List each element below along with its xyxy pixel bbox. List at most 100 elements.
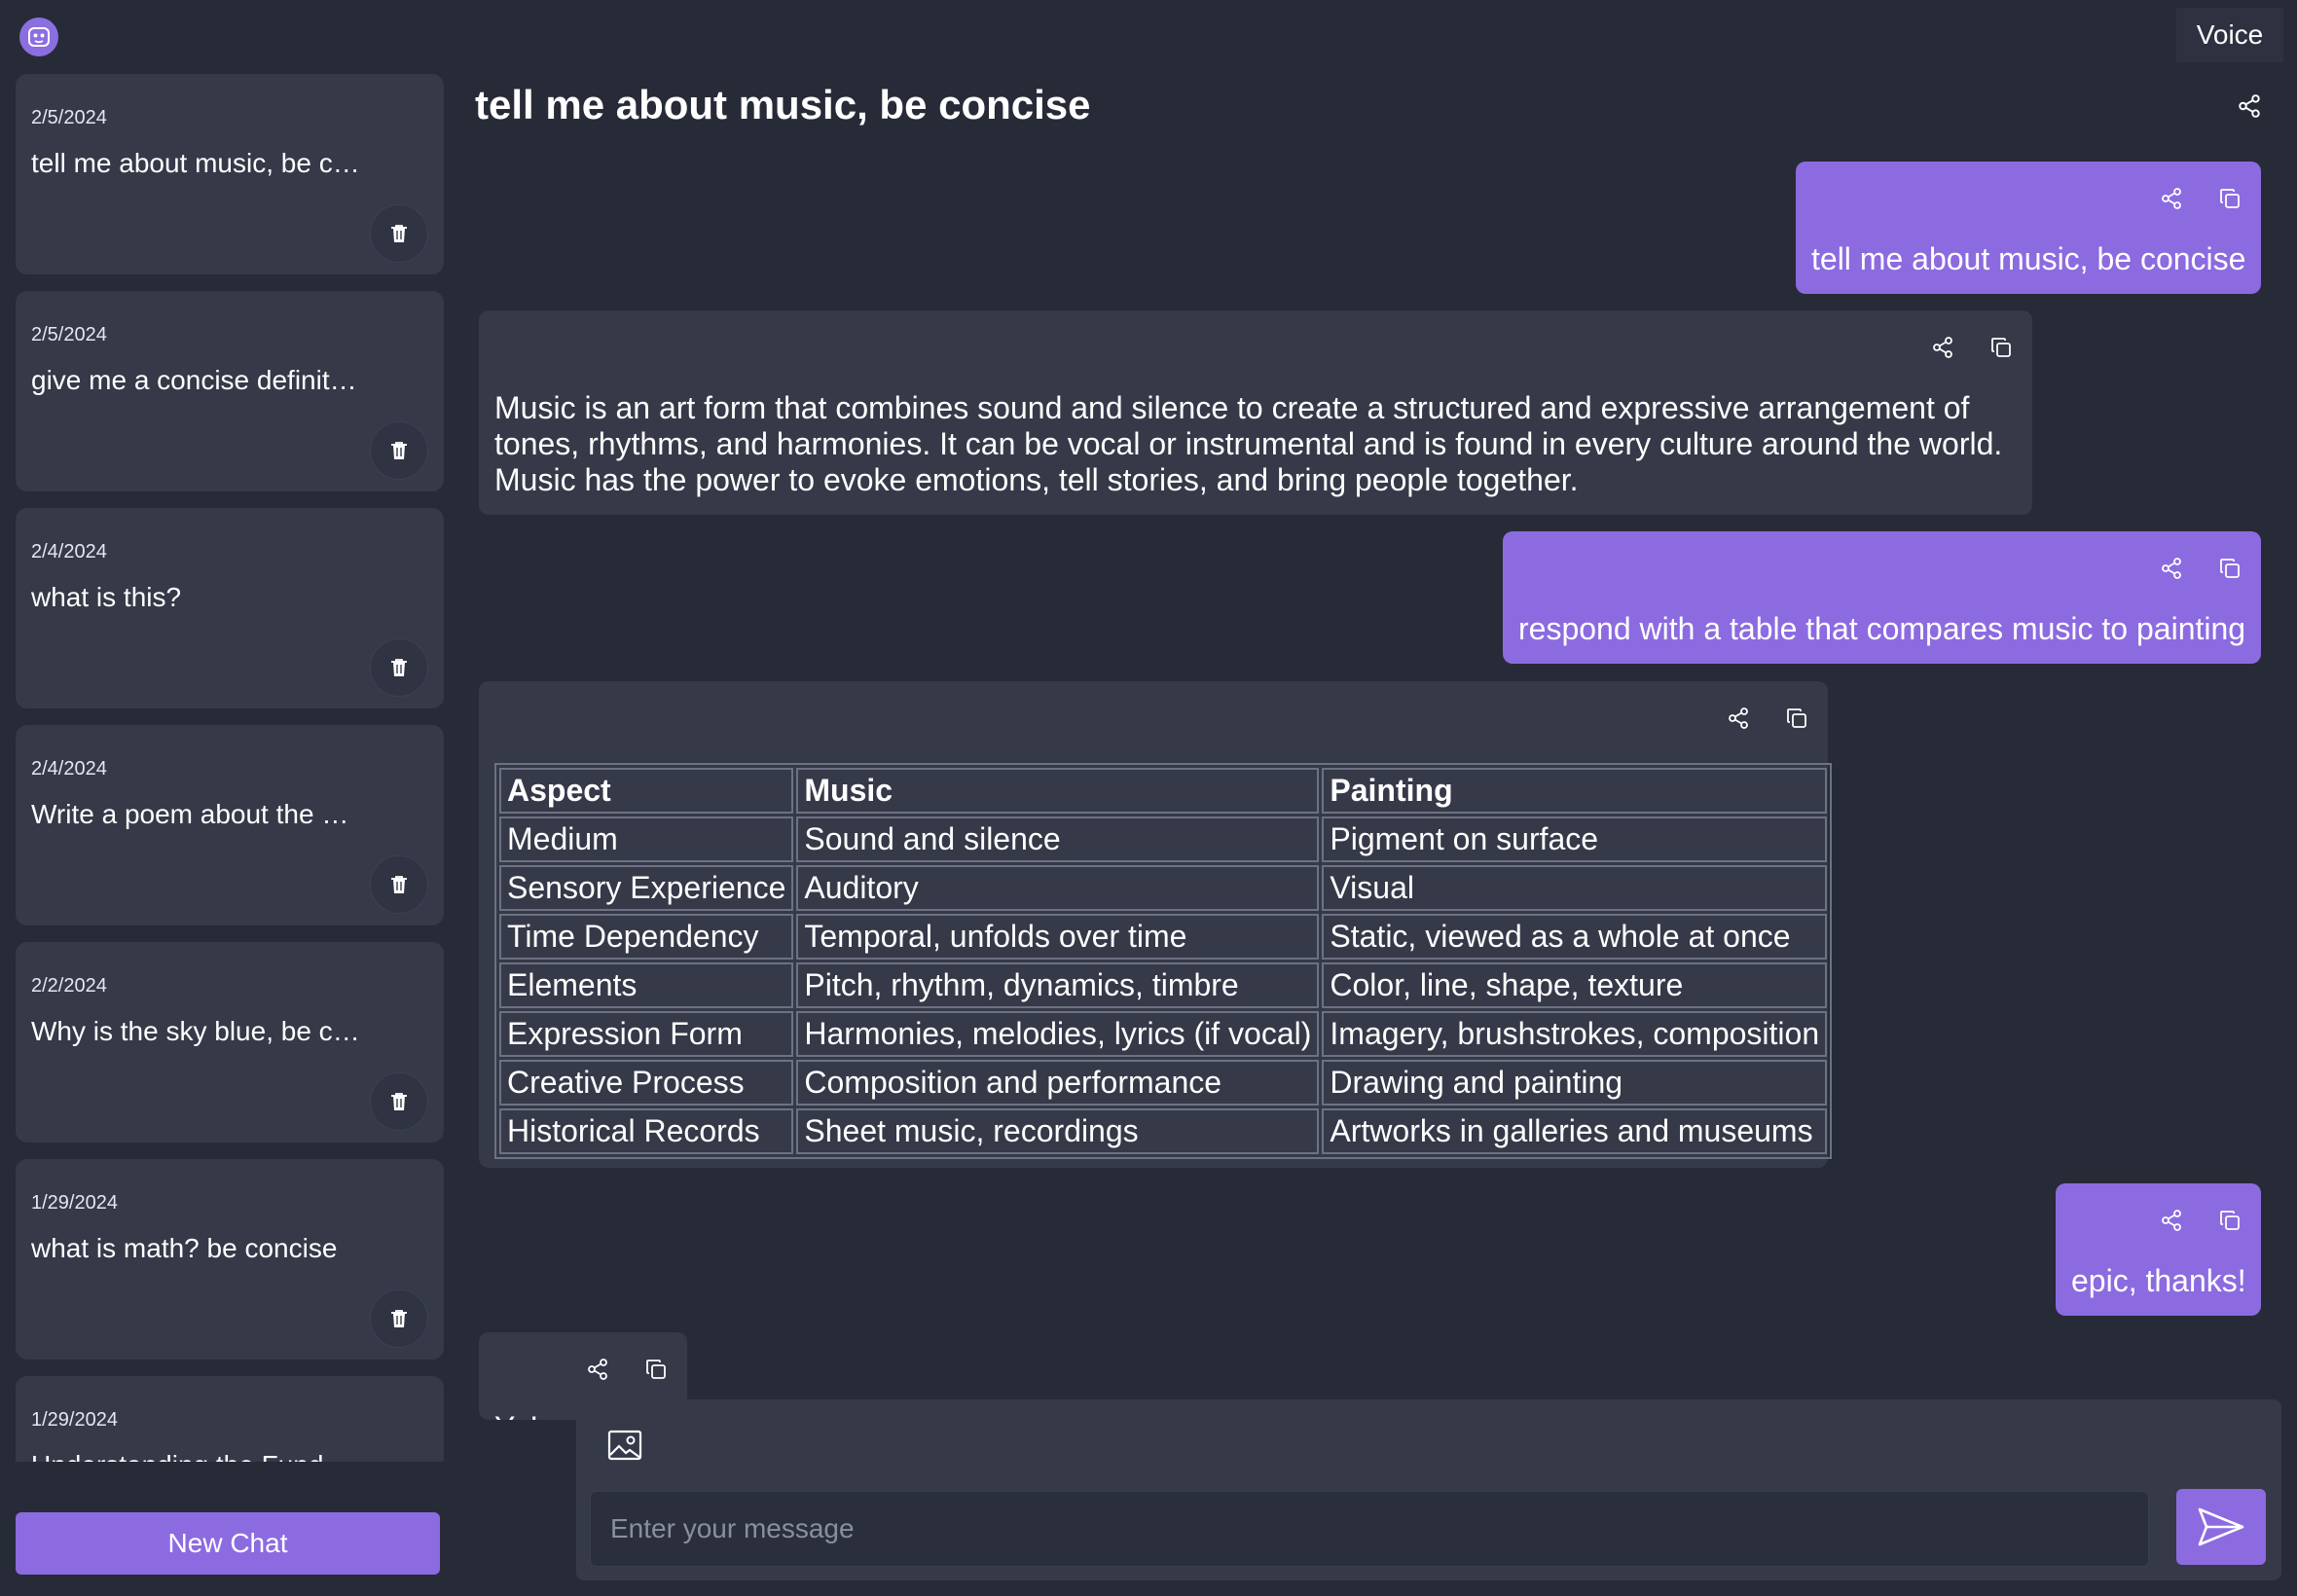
chat-date: 2/4/2024	[31, 541, 107, 562]
share-icon[interactable]	[2237, 93, 2262, 119]
chat-title: Understanding the Fund	[31, 1450, 362, 1462]
new-chat-button[interactable]: New Chat	[16, 1512, 440, 1575]
delete-chat-button[interactable]	[370, 421, 428, 480]
table-cell: Sheet music, recordings	[796, 1108, 1320, 1154]
chat-history-item[interactable]: 2/2/2024 Why is the sky blue, be concise	[16, 942, 444, 1143]
user-message: respond with a table that compares music…	[1503, 531, 2261, 664]
message-text: tell me about music, be concise	[1811, 241, 2246, 276]
message-actions	[1727, 707, 1808, 730]
chat-history-item[interactable]: 2/4/2024 Write a poem about the sea	[16, 725, 444, 925]
chat-history-item[interactable]: 2/5/2024 tell me about music, be concise	[16, 74, 444, 274]
delete-chat-button[interactable]	[370, 1289, 428, 1348]
message-text: Music is an art form that combines sound…	[494, 390, 2003, 497]
message-actions	[1931, 336, 2013, 359]
chat-history-item[interactable]: 1/29/2024 Understanding the Fund	[16, 1376, 444, 1462]
table-cell: Visual	[1322, 865, 1828, 911]
message-actions	[586, 1358, 668, 1381]
trash-icon	[387, 222, 411, 245]
copy-icon[interactable]	[2218, 1209, 2242, 1232]
chat-title: tell me about music, be concise	[31, 148, 362, 178]
table-row: Medium Sound and silence Pigment on surf…	[499, 816, 1828, 862]
image-upload-button[interactable]	[607, 1429, 646, 1466]
chat-title: Why is the sky blue, be concise	[31, 1016, 362, 1046]
page-title: tell me about music, be concise	[475, 82, 1091, 127]
share-icon[interactable]	[2160, 557, 2183, 580]
message-actions	[2160, 1209, 2242, 1232]
trash-icon	[387, 656, 411, 679]
table-cell: Time Dependency	[499, 914, 794, 960]
image-icon	[607, 1430, 642, 1461]
table-cell: Drawing and painting	[1322, 1060, 1828, 1106]
chat-app: Voice 2/5/2024 tell me about music, be c…	[0, 0, 2297, 1596]
copy-icon[interactable]	[1785, 707, 1808, 730]
delete-chat-button[interactable]	[370, 1072, 428, 1131]
share-icon[interactable]	[1931, 336, 1954, 359]
table-cell: Color, line, shape, texture	[1322, 962, 1828, 1008]
table-cell: Composition and performance	[796, 1060, 1320, 1106]
chat-history-list[interactable]: 2/5/2024 tell me about music, be concise…	[16, 74, 444, 1462]
chat-title: Write a poem about the sea	[31, 799, 362, 829]
table-header-cell: Aspect	[499, 768, 794, 814]
share-icon[interactable]	[2160, 187, 2183, 210]
copy-icon[interactable]	[2218, 557, 2242, 580]
chat-history-item[interactable]: 2/4/2024 what is this?	[16, 508, 444, 708]
table-cell: Auditory	[796, 865, 1320, 911]
assistant-message: Music is an art form that combines sound…	[479, 310, 2032, 515]
table-row: Expression Form Harmonies, melodies, lyr…	[499, 1011, 1828, 1057]
chat-date: 1/29/2024	[31, 1192, 118, 1214]
copy-icon[interactable]	[644, 1358, 668, 1381]
share-icon[interactable]	[2160, 1209, 2183, 1232]
chat-history-item[interactable]: 1/29/2024 what is math? be concise	[16, 1159, 444, 1360]
chat-date: 2/5/2024	[31, 324, 107, 345]
table-row: Creative Process Composition and perform…	[499, 1060, 1828, 1106]
message-composer	[576, 1399, 2281, 1580]
bot-logo-icon[interactable]	[19, 18, 58, 56]
message-text: Yo!	[494, 1410, 538, 1420]
chat-date: 2/5/2024	[31, 107, 107, 128]
send-icon	[2198, 1507, 2244, 1546]
chat-title: what is this?	[31, 582, 182, 612]
table-header-cell: Painting	[1322, 768, 1828, 814]
trash-icon	[387, 1090, 411, 1113]
message-text: epic, thanks!	[2071, 1263, 2246, 1298]
table-header-row: Aspect Music Painting	[499, 768, 1828, 814]
table-cell: Sound and silence	[796, 816, 1320, 862]
comparison-table: Aspect Music Painting Medium Sound and s…	[494, 763, 1833, 1159]
table-cell: Historical Records	[499, 1108, 794, 1154]
chat-date: 2/4/2024	[31, 758, 107, 780]
user-message: tell me about music, be concise	[1796, 162, 2261, 294]
message-input[interactable]	[590, 1491, 2149, 1567]
copy-icon[interactable]	[2218, 187, 2242, 210]
trash-icon	[387, 439, 411, 462]
copy-icon[interactable]	[1989, 336, 2013, 359]
message-actions	[2160, 557, 2242, 580]
trash-icon	[387, 1307, 411, 1330]
table-row: Sensory Experience Auditory Visual	[499, 865, 1828, 911]
chat-title: what is math? be concise	[31, 1233, 338, 1263]
table-cell: Static, viewed as a whole at once	[1322, 914, 1828, 960]
message-text: respond with a table that compares music…	[1518, 611, 2246, 646]
message-actions	[2160, 187, 2242, 210]
chat-date: 1/29/2024	[31, 1409, 118, 1431]
table-row: Time Dependency Temporal, unfolds over t…	[499, 914, 1828, 960]
assistant-message: Aspect Music Painting Medium Sound and s…	[479, 681, 1833, 1168]
delete-chat-button[interactable]	[370, 855, 428, 914]
table-cell: Medium	[499, 816, 794, 862]
share-icon[interactable]	[586, 1358, 609, 1381]
table-cell: Artworks in galleries and museums	[1322, 1108, 1828, 1154]
table-cell: Pitch, rhythm, dynamics, timbre	[796, 962, 1320, 1008]
user-message: epic, thanks!	[2056, 1183, 2261, 1316]
share-icon[interactable]	[1727, 707, 1750, 730]
table-row: Historical Records Sheet music, recordin…	[499, 1108, 1828, 1154]
table-cell: Pigment on surface	[1322, 816, 1828, 862]
chat-history-item[interactable]: 2/5/2024 give me a concise definition	[16, 291, 444, 491]
voice-button[interactable]: Voice	[2176, 8, 2283, 62]
table-row: Elements Pitch, rhythm, dynamics, timbre…	[499, 962, 1828, 1008]
table-cell: Elements	[499, 962, 794, 1008]
table-header-cell: Music	[796, 768, 1320, 814]
send-button[interactable]	[2176, 1489, 2266, 1565]
table-cell: Temporal, unfolds over time	[796, 914, 1320, 960]
delete-chat-button[interactable]	[370, 638, 428, 697]
delete-chat-button[interactable]	[370, 204, 428, 263]
table-cell: Harmonies, melodies, lyrics (if vocal)	[796, 1011, 1320, 1057]
